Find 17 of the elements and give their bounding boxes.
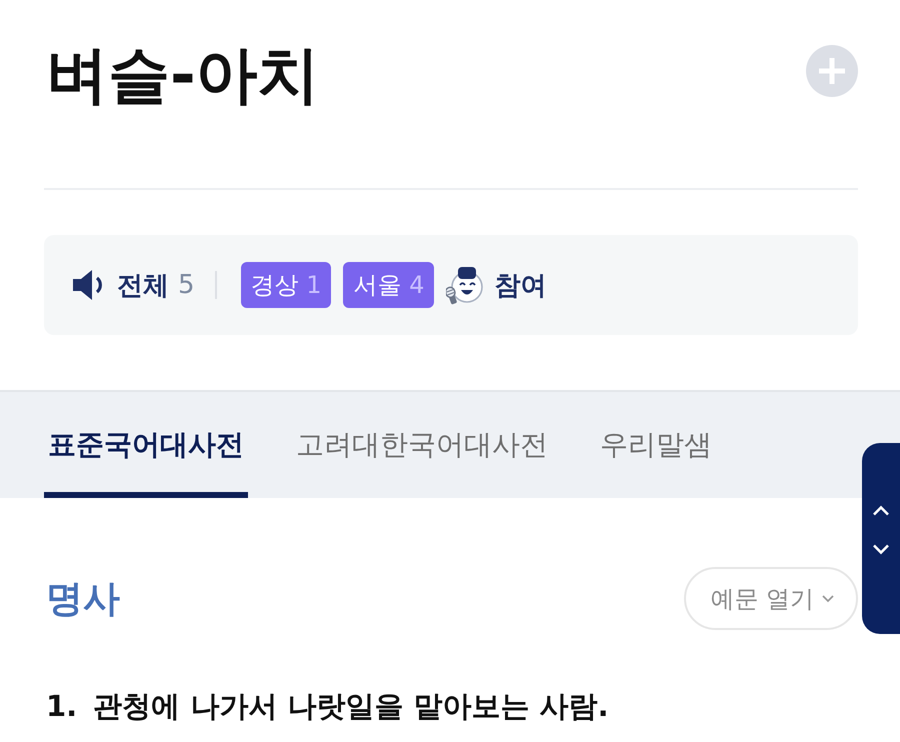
dictionary-tab[interactable]: 고려대한국어대사전 [292, 392, 552, 498]
play-all-button[interactable]: 전체 5 [72, 268, 195, 302]
dictionary-tab[interactable]: 표준국어대사전 [44, 392, 248, 498]
definition-number: 1. [46, 688, 78, 725]
dialect-tag[interactable]: 경상 1 [240, 262, 332, 308]
dictionary-tab[interactable]: 우리말샘 [596, 392, 716, 498]
definition-text: 관청에 나가서 나랏일을 맡아보는 사람. [93, 688, 609, 725]
chevron-down-icon[interactable] [872, 544, 890, 555]
participate-button[interactable]: 참여 [446, 265, 546, 305]
entry-title: 벼슬-아치 [46, 37, 320, 113]
part-of-speech: 명사 [46, 576, 120, 622]
dialect-tag[interactable]: 서울 4 [343, 262, 434, 308]
singing-face-icon [446, 265, 484, 305]
examples-toggle-button[interactable]: 예문 열기 [684, 567, 858, 630]
plus-icon [819, 58, 845, 84]
chevron-up-icon[interactable] [872, 505, 890, 516]
caret-icon [822, 594, 834, 602]
